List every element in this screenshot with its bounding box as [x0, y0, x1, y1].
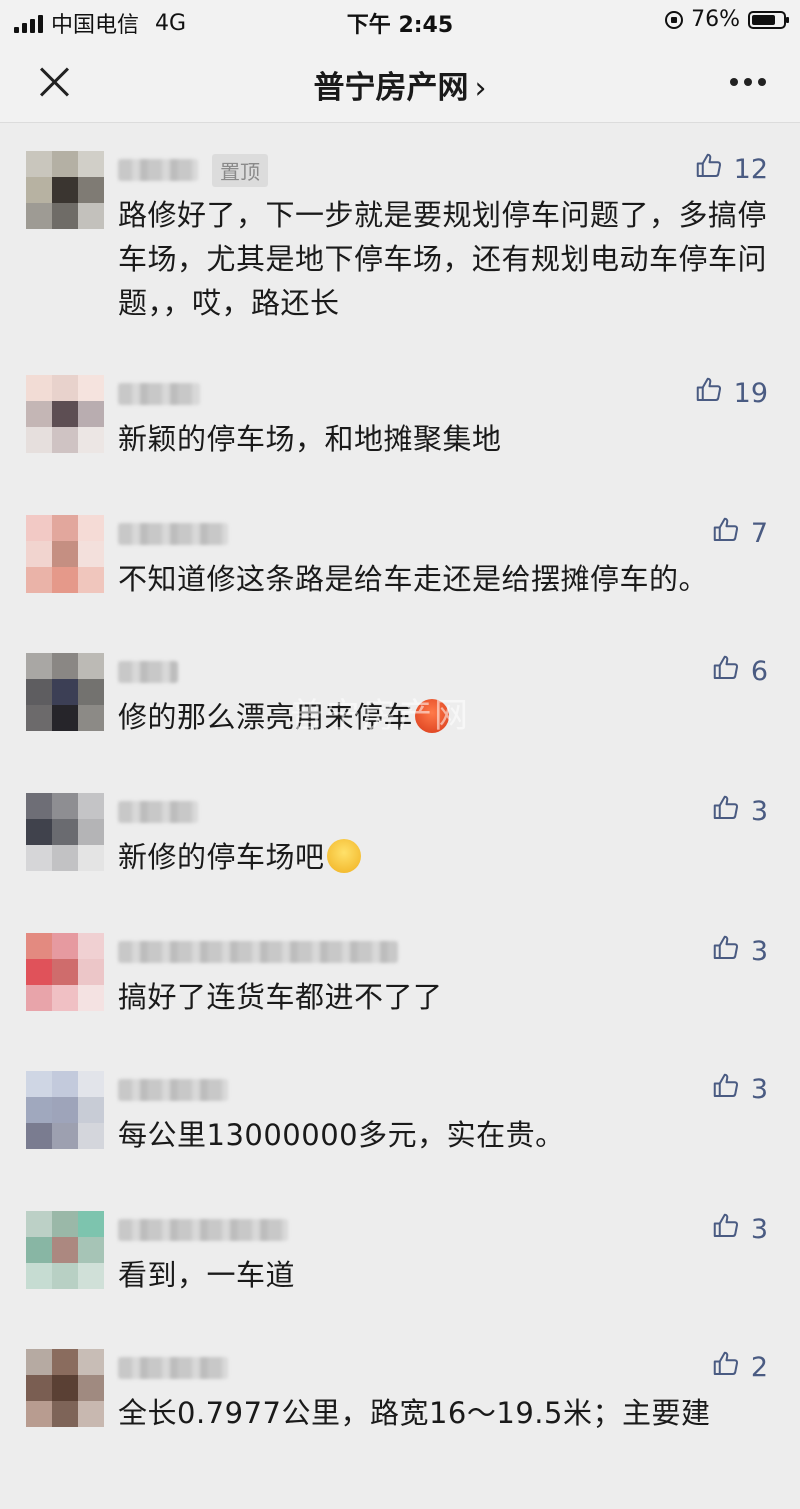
- avatar[interactable]: [26, 653, 104, 731]
- like-button[interactable]: 3: [711, 933, 768, 970]
- more-options-button[interactable]: [730, 78, 766, 86]
- pinned-badge: 置顶: [212, 153, 268, 187]
- username-blurred[interactable]: [118, 159, 198, 181]
- comment-text-block: 全长0.7977公里，路宽16～19.5米；主要建: [118, 1391, 770, 1435]
- username-blurred[interactable]: [118, 1219, 288, 1241]
- like-button[interactable]: 3: [711, 1071, 768, 1108]
- comment-item[interactable]: 7 不知道修这条路是给车走还是给摆摊停车的。: [0, 515, 800, 653]
- like-count: 12: [733, 154, 768, 185]
- dot-icon: [730, 78, 738, 86]
- like-button[interactable]: 3: [711, 793, 768, 830]
- comment-text-block: 不知道修这条路是给车走还是给摆摊停车的。: [118, 557, 770, 601]
- comment-item[interactable]: 2 全长0.7977公里，路宽16～19.5米；主要建: [0, 1349, 800, 1509]
- username-blurred[interactable]: [118, 523, 228, 545]
- like-count: 19: [733, 378, 768, 409]
- angry-face-emoji-icon: [415, 699, 450, 733]
- username-blurred[interactable]: [118, 801, 198, 823]
- thumbs-up-icon: [694, 151, 724, 188]
- comment-text: 新修的停车场吧: [118, 840, 325, 874]
- avatar[interactable]: [26, 375, 104, 453]
- like-count: 3: [750, 936, 768, 967]
- thumbs-up-icon: [711, 1211, 741, 1248]
- comment-item[interactable]: 3 看到，一车道: [0, 1211, 800, 1349]
- comment-text-block: 每公里13000000多元，实在贵。: [118, 1113, 770, 1157]
- comment-text-block: 路修好了，下一步就是要规划停车问题了，多搞停车场，尤其是地下停车场，还有规划电动…: [118, 193, 770, 325]
- comment-text: 全长0.7977公里，路宽16～19.5米；主要建: [118, 1396, 711, 1430]
- thumbs-up-icon: [694, 375, 724, 412]
- comment-item[interactable]: 3 新修的停车场吧: [0, 793, 800, 933]
- username-blurred[interactable]: [118, 1357, 228, 1379]
- comment-text: 不知道修这条路是给车走还是给摆摊停车的。: [118, 562, 709, 596]
- like-count: 2: [750, 1352, 768, 1383]
- comment-text: 看到，一车道: [118, 1258, 296, 1292]
- thumbs-up-icon: [711, 933, 741, 970]
- comment-item[interactable]: 6 修的那么漂亮用来停车: [0, 653, 800, 793]
- username-blurred[interactable]: [118, 661, 178, 683]
- avatar[interactable]: [26, 1071, 104, 1149]
- username-blurred[interactable]: [118, 1079, 228, 1101]
- avatar[interactable]: [26, 933, 104, 1011]
- comment-text-block: 新颖的停车场，和地摊聚集地: [118, 417, 770, 461]
- page-title-text: 普宁房产网: [313, 70, 469, 106]
- chevron-right-icon: ›: [474, 71, 487, 106]
- comment-item[interactable]: 3 搞好了连货车都进不了了: [0, 933, 800, 1071]
- comment-text-block: 修的那么漂亮用来停车: [118, 695, 770, 739]
- comment-item[interactable]: 19 新颖的停车场，和地摊聚集地: [0, 375, 800, 515]
- thumbs-up-icon: [711, 515, 741, 552]
- avatar[interactable]: [26, 515, 104, 593]
- avatar[interactable]: [26, 1349, 104, 1427]
- avatar[interactable]: [26, 793, 104, 871]
- comment-text: 每公里13000000多元，实在贵。: [118, 1118, 565, 1152]
- dot-icon: [744, 78, 752, 86]
- username-blurred[interactable]: [118, 383, 200, 405]
- comment-text-block: 新修的停车场吧: [118, 835, 770, 879]
- like-button[interactable]: 19: [694, 375, 768, 412]
- like-button[interactable]: 12: [694, 151, 768, 188]
- comment-text-block: 看到，一车道: [118, 1253, 770, 1297]
- rotation-lock-icon: [665, 10, 684, 29]
- comment-text: 路修好了，下一步就是要规划停车问题了，多搞停车场，尤其是地下停车场，还有规划电动…: [118, 198, 768, 320]
- dot-icon: [758, 78, 766, 86]
- like-count: 7: [750, 518, 768, 549]
- battery-percent: 76%: [691, 7, 740, 32]
- comment-text: 新颖的停车场，和地摊聚集地: [118, 422, 502, 456]
- like-count: 3: [750, 1214, 768, 1245]
- like-button[interactable]: 2: [711, 1349, 768, 1386]
- battery-icon: [748, 10, 789, 29]
- comment-text: 搞好了连货车都进不了了: [118, 980, 443, 1014]
- comment-item[interactable]: 3 每公里13000000多元，实在贵。: [0, 1071, 800, 1211]
- like-count: 3: [750, 1074, 768, 1105]
- like-button[interactable]: 3: [711, 1211, 768, 1248]
- thumbs-up-icon: [711, 1349, 741, 1386]
- like-count: 6: [750, 656, 768, 687]
- nav-bar: 普宁房产网 ›: [0, 40, 800, 123]
- thumbs-up-icon: [711, 653, 741, 690]
- thinking-face-emoji-icon: [326, 839, 361, 873]
- status-bar: 中国电信 4G 下午 2:45 76%: [0, 0, 800, 40]
- like-button[interactable]: 7: [711, 515, 768, 552]
- page-title[interactable]: 普宁房产网 ›: [0, 62, 800, 107]
- avatar[interactable]: [26, 151, 104, 229]
- username-blurred[interactable]: [118, 941, 398, 963]
- like-count: 3: [750, 796, 768, 827]
- thumbs-up-icon: [711, 793, 741, 830]
- like-button[interactable]: 6: [711, 653, 768, 690]
- comment-text-block: 搞好了连货车都进不了了: [118, 975, 770, 1019]
- comment-text: 修的那么漂亮用来停车: [118, 700, 414, 734]
- avatar[interactable]: [26, 1211, 104, 1289]
- comment-item[interactable]: 置顶 12 路修好了，下一步就是要规划停车问题了，多搞停车场，尤其是地下停车场，还有…: [0, 151, 800, 375]
- thumbs-up-icon: [711, 1071, 741, 1108]
